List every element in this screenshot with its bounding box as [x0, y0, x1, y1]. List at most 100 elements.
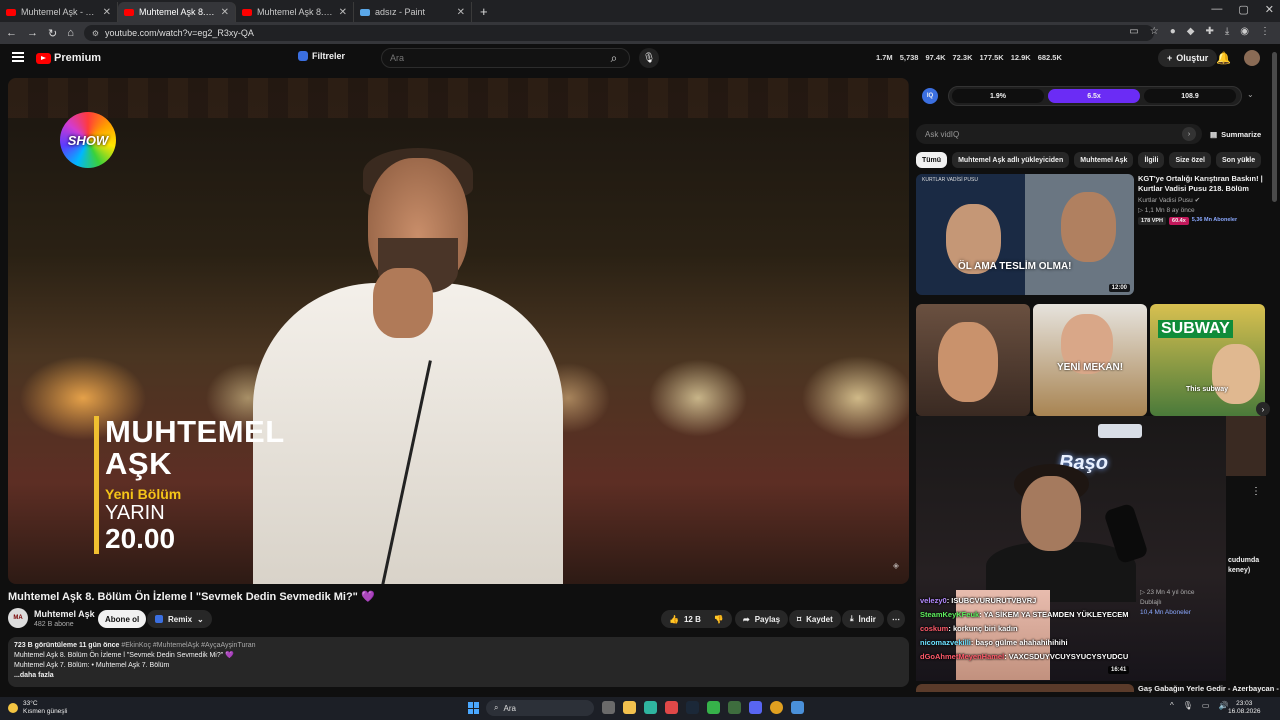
chip-from-uploader[interactable]: Muhtemel Aşk adlı yükleyiciden [952, 152, 1070, 168]
sun-icon [8, 703, 18, 713]
short-thumbnail[interactable]: YENİ MEKAN! [1033, 304, 1147, 416]
task-view-icon[interactable] [602, 701, 615, 714]
bookmark-star-icon[interactable]: ☆ [1150, 26, 1159, 37]
thumbs-down-icon[interactable]: 👎 [714, 615, 724, 624]
notifications-bell-icon[interactable]: 🔔 [1216, 51, 1231, 65]
back-icon[interactable]: ← [6, 27, 17, 39]
channel-name[interactable]: Muhtemel Aşk [34, 609, 95, 619]
url-field[interactable]: ⚙ youtube.com/watch?v=eg2_R3xy-QA [83, 25, 1154, 41]
hamburger-menu-icon[interactable] [12, 52, 24, 62]
taskbar-clock[interactable]: 23:03 16.08.2026 [1228, 700, 1261, 716]
remix-button[interactable]: Remix ⌄ [147, 610, 212, 628]
score-segment[interactable]: 108.9 [1144, 89, 1236, 103]
short-thumbnail[interactable] [916, 304, 1030, 416]
terminal-icon[interactable] [728, 701, 741, 714]
windows-start-icon[interactable] [468, 702, 480, 714]
close-tab-icon[interactable]: ✕ [103, 7, 111, 18]
score-segment-highlighted[interactable]: 6.5x [1048, 89, 1140, 103]
app-icon[interactable] [644, 701, 657, 714]
show-more-link[interactable]: ...daha fazla [14, 671, 903, 681]
chip-recent[interactable]: Son yükle [1216, 152, 1262, 168]
ask-vidiq-input[interactable]: Ask vidIQ › [916, 124, 1202, 144]
reload-icon[interactable]: ↻ [48, 27, 57, 40]
profile-icon[interactable]: ◉ [1240, 26, 1249, 37]
more-options-icon[interactable]: ⋮ [1251, 486, 1261, 497]
filters-button[interactable]: Filtreler [298, 51, 345, 61]
channel-avatar[interactable]: MA [8, 608, 28, 628]
download-button[interactable]: ⤓ İndir [842, 610, 884, 628]
recommended-video-info[interactable]: KGT'ye Ortalığı Karıştıran Baskın! | Kur… [1138, 174, 1264, 225]
video-title-fragment[interactable]: cudumda keney) [1228, 556, 1259, 576]
subscribe-button[interactable]: Abone ol [98, 610, 147, 628]
channel-name[interactable]: Kurtlar Vadisi Pusu ✔ [1138, 196, 1264, 204]
video-player[interactable]: SHOW MUHTEMEL AŞK Yeni Bölüm YARIN 20.00… [8, 78, 909, 584]
network-icon[interactable]: ▭ [1202, 701, 1210, 710]
send-arrow-icon[interactable]: › [1182, 127, 1196, 141]
discord-icon[interactable] [749, 701, 762, 714]
home-icon[interactable]: ⌂ [67, 27, 74, 39]
video-thumbnail[interactable] [916, 684, 1134, 692]
minimize-icon[interactable]: — [1211, 3, 1222, 16]
browser-tab-3[interactable]: Muhtemel Aşk 8. Bölüm 2. Ön✕ [236, 2, 354, 22]
hashtags[interactable]: #EkinKoç #MuhtemelAşk #AyçaAyşinTuran [121, 642, 255, 649]
extension-icon[interactable]: ◆ [1187, 26, 1195, 37]
youtube-logo[interactable]: Premium [36, 52, 101, 64]
vidiq-logo[interactable]: IQ [922, 88, 938, 104]
close-window-icon[interactable]: ✕ [1265, 3, 1274, 16]
video-thumbnail[interactable]: KURTLAR VADİSİ PUSU ÖL AMA TESLİM OLMA! … [916, 174, 1134, 295]
extension-icon[interactable]: ● [1170, 26, 1176, 37]
extensions-area: ▭ ☆ ● ◆ ✚ ⤓ ◉ ⋮ [1129, 26, 1270, 37]
short-thumbnail[interactable]: SUBWAY This subway [1150, 304, 1265, 416]
share-button[interactable]: ➦ Paylaş [735, 610, 789, 628]
forward-icon[interactable]: → [27, 27, 38, 39]
site-info-icon[interactable]: ⚙ [92, 29, 99, 38]
browser-tab-1[interactable]: Muhtemel Aşk - YouTube✕ [0, 2, 118, 22]
chevron-down-icon[interactable]: ⌄ [1247, 90, 1254, 99]
score-segment[interactable]: 1.9% [952, 89, 1044, 103]
youtube-header: Premium Filtreler ⌕ 🎙 1.7M 5,738 97.4K 7… [0, 44, 1280, 72]
vidiq-score-row: IQ 1.9% 6.5x 108.9 ⌄ [922, 86, 1262, 106]
menu-dots-icon[interactable]: ⋮ [1260, 26, 1270, 37]
summarize-button[interactable]: ▤ Summarize [1210, 130, 1261, 139]
app-icon[interactable] [665, 701, 678, 714]
linked-video[interactable]: • Muhtemel Aşk 7. Bölüm [91, 662, 169, 669]
app-icon[interactable] [707, 701, 720, 714]
file-explorer-icon[interactable] [623, 701, 636, 714]
puzzle-icon[interactable]: ✚ [1205, 26, 1213, 37]
cast-icon[interactable]: ▭ [1129, 26, 1138, 37]
chip-related[interactable]: İlgili [1138, 152, 1165, 168]
chip-all[interactable]: Tümü [916, 152, 948, 168]
like-button[interactable]: 👍 12 B 👎 [661, 610, 732, 628]
steam-icon[interactable] [686, 701, 699, 714]
chip-for-you[interactable]: Size özel [1169, 152, 1212, 168]
maximize-icon[interactable]: ▢ [1238, 3, 1248, 16]
weather-widget[interactable]: 33°C Kısmen güneşli [8, 700, 67, 716]
chevron-right-icon[interactable]: › [1246, 154, 1249, 165]
search-input[interactable] [382, 53, 599, 63]
create-button[interactable]: + Oluştur [1158, 49, 1218, 67]
save-button[interactable]: ⌑ Kaydet [789, 610, 841, 628]
close-tab-icon[interactable]: ✕ [457, 7, 465, 18]
search-icon[interactable]: ⌕ [599, 49, 629, 67]
chrome-icon[interactable] [770, 701, 783, 714]
volume-icon[interactable]: 🔊 [1218, 701, 1228, 710]
more-actions-button[interactable]: ⋯ [887, 610, 905, 628]
close-tab-icon[interactable]: ✕ [339, 7, 347, 18]
browser-tab-4[interactable]: adsız - Paint ✕ [354, 2, 472, 22]
video-title[interactable]: KGT'ye Ortalığı Karıştıran Baskın! | Kur… [1138, 174, 1264, 194]
new-tab-button[interactable]: + [472, 4, 496, 22]
paint-icon[interactable] [791, 701, 804, 714]
description-box[interactable]: 723 B görüntüleme 11 gün önce #EkinKoç #… [8, 637, 909, 687]
browser-tab-2[interactable]: Muhtemel Aşk 8. Bölüm Ön✕ [118, 2, 236, 22]
download-icon[interactable]: ⤓ [1225, 26, 1229, 37]
taskbar-search[interactable]: ⌕ Ara [486, 700, 594, 716]
video-title[interactable]: Gaş Gabağın Yerle Gedir - Azerbaycan - [1138, 684, 1279, 693]
tray-chevron-icon[interactable]: ^ [1170, 701, 1174, 710]
page-scrollbar[interactable] [1272, 52, 1277, 202]
chevron-right-icon[interactable]: › [1256, 402, 1270, 416]
microphone-icon[interactable]: 🎙 [1183, 701, 1193, 710]
account-avatar[interactable] [1244, 50, 1260, 66]
voice-search-icon[interactable]: 🎙 [639, 48, 659, 68]
close-tab-icon[interactable]: ✕ [221, 7, 229, 18]
chip-channel[interactable]: Muhtemel Aşk [1074, 152, 1134, 168]
